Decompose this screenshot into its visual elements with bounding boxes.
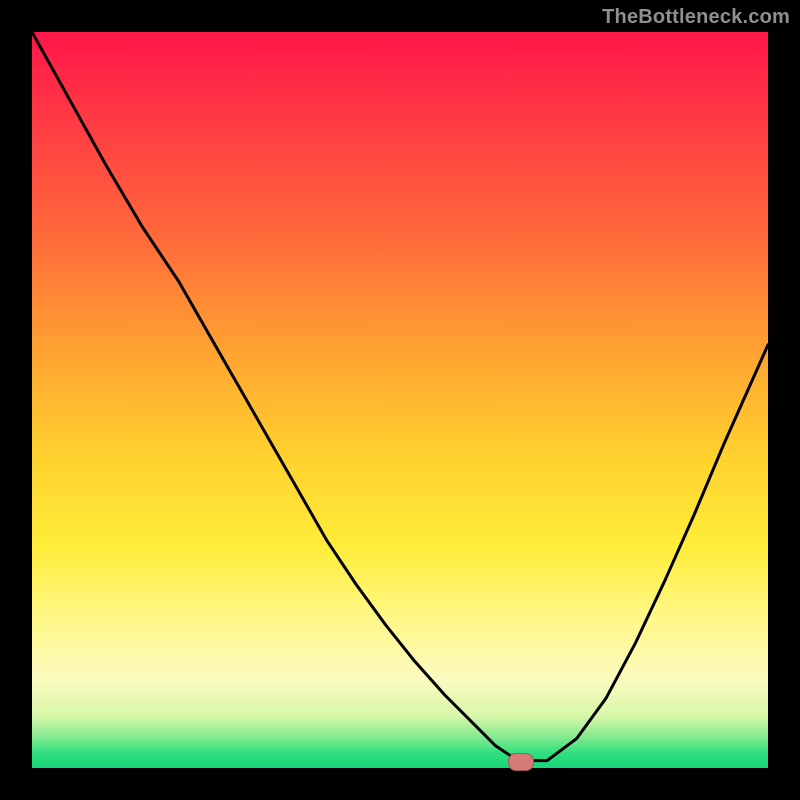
chart-frame: TheBottleneck.com xyxy=(0,0,800,800)
plot-area xyxy=(32,32,768,768)
minimum-marker xyxy=(508,753,534,771)
bottleneck-curve xyxy=(32,32,768,768)
watermark-text: TheBottleneck.com xyxy=(602,6,790,29)
